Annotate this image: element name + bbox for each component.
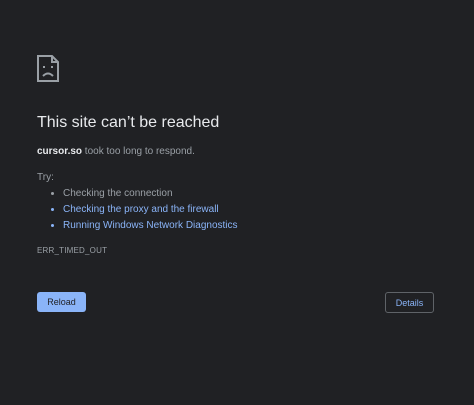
- sad-page-icon: [37, 55, 59, 82]
- error-description: cursor.so took too long to respond.: [37, 146, 195, 157]
- error-page: This site can’t be reached cursor.so too…: [0, 0, 474, 405]
- suggestion-network-diagnostics-link[interactable]: Running Windows Network Diagnostics: [63, 218, 238, 234]
- error-message: took too long to respond.: [82, 146, 195, 157]
- error-code: ERR_TIMED_OUT: [37, 246, 108, 255]
- site-host: cursor.so: [37, 146, 83, 157]
- suggestion-list: Checking the connection Checking the pro…: [50, 186, 238, 234]
- reload-button[interactable]: Reload: [37, 292, 86, 312]
- suggestion-check-proxy-link[interactable]: Checking the proxy and the firewall: [63, 202, 238, 218]
- suggestion-check-connection: Checking the connection: [63, 186, 238, 202]
- details-button[interactable]: Details: [385, 292, 434, 313]
- try-label: Try:: [37, 172, 54, 183]
- page-title: This site can’t be reached: [37, 114, 220, 131]
